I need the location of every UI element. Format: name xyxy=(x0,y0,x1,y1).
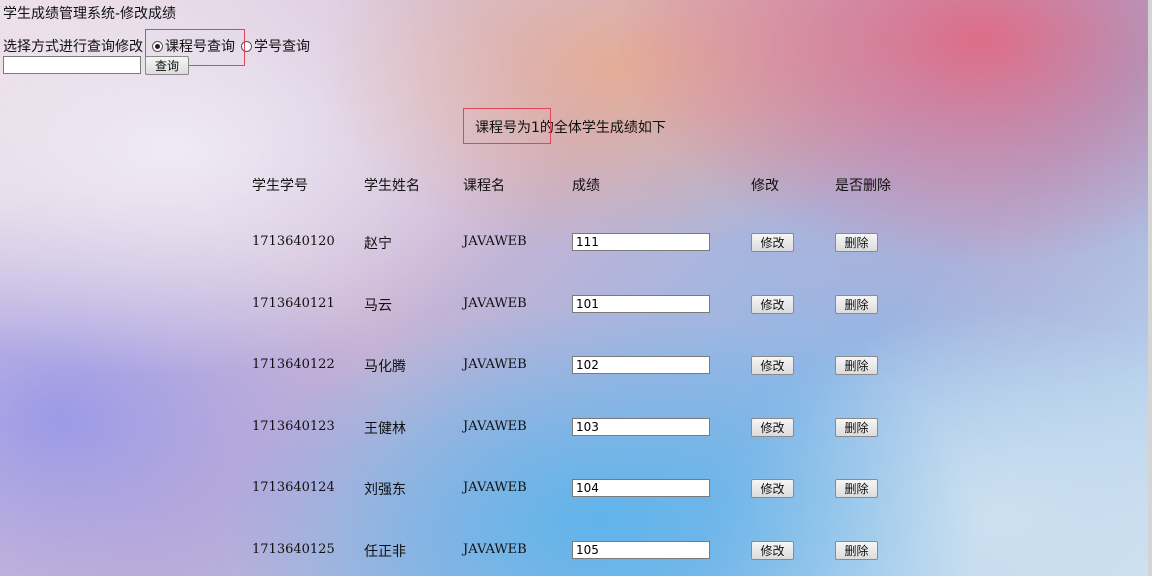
column-header-student-id: 学生学号 xyxy=(252,178,308,194)
delete-button[interactable]: 删除 xyxy=(835,541,878,560)
result-caption: 课程号为1的全体学生成绩如下 xyxy=(475,120,666,136)
radio-student-id-label: 学号查询 xyxy=(254,39,310,55)
student-name-cell: 马云 xyxy=(364,298,392,314)
query-mode-row: 选择方式进行查询修改 课程号查询 学号查询 xyxy=(3,36,310,56)
score-input[interactable] xyxy=(572,541,710,559)
student-id-cell: 1713640124 xyxy=(252,480,335,495)
edit-button[interactable]: 修改 xyxy=(751,233,794,252)
column-header-course: 课程名 xyxy=(463,178,505,194)
student-id-cell: 1713640120 xyxy=(252,234,335,249)
score-input[interactable] xyxy=(572,479,710,497)
column-header-score: 成绩 xyxy=(572,178,600,194)
delete-button[interactable]: 删除 xyxy=(835,356,878,375)
course-name-cell: JAVAWEB xyxy=(463,542,527,557)
course-name-cell: JAVAWEB xyxy=(463,357,527,372)
student-name-cell: 任正非 xyxy=(364,544,406,560)
radio-course-id[interactable] xyxy=(152,40,163,52)
score-input[interactable] xyxy=(572,418,710,436)
delete-button[interactable]: 删除 xyxy=(835,295,878,314)
edit-button[interactable]: 修改 xyxy=(751,479,794,498)
student-id-cell: 1713640123 xyxy=(252,419,335,434)
edit-button[interactable]: 修改 xyxy=(751,541,794,560)
student-name-cell: 王健林 xyxy=(364,421,406,437)
score-input[interactable] xyxy=(572,356,710,374)
column-header-student-name: 学生姓名 xyxy=(364,178,420,194)
delete-button[interactable]: 删除 xyxy=(835,479,878,498)
radio-option-student[interactable]: 学号查询 xyxy=(241,36,310,56)
score-input[interactable] xyxy=(572,233,710,251)
course-name-cell: JAVAWEB xyxy=(463,480,527,495)
edit-button[interactable]: 修改 xyxy=(751,418,794,437)
radio-option-course[interactable]: 课程号查询 xyxy=(149,36,235,56)
course-name-cell: JAVAWEB xyxy=(463,419,527,434)
score-input[interactable] xyxy=(572,295,710,313)
delete-button[interactable]: 删除 xyxy=(835,418,878,437)
student-id-cell: 1713640125 xyxy=(252,542,335,557)
query-mode-label: 选择方式进行查询修改 xyxy=(3,39,143,55)
radio-course-id-label: 课程号查询 xyxy=(165,39,235,55)
query-input[interactable] xyxy=(3,56,141,74)
query-button[interactable]: 查询 xyxy=(145,56,189,75)
vertical-scrollbar[interactable] xyxy=(1148,0,1152,576)
edit-button[interactable]: 修改 xyxy=(751,295,794,314)
course-name-cell: JAVAWEB xyxy=(463,234,527,249)
course-name-cell: JAVAWEB xyxy=(463,296,527,311)
student-id-cell: 1713640121 xyxy=(252,296,335,311)
student-name-cell: 马化腾 xyxy=(364,359,406,375)
edit-button[interactable]: 修改 xyxy=(751,356,794,375)
column-header-delete: 是否删除 xyxy=(835,178,891,194)
student-name-cell: 刘强东 xyxy=(364,482,406,498)
student-name-cell: 赵宁 xyxy=(364,236,392,252)
delete-button[interactable]: 删除 xyxy=(835,233,878,252)
page-title: 学生成绩管理系统-修改成绩 xyxy=(3,6,177,22)
column-header-edit: 修改 xyxy=(751,178,779,194)
student-id-cell: 1713640122 xyxy=(252,357,335,372)
radio-student-id[interactable] xyxy=(241,40,252,52)
